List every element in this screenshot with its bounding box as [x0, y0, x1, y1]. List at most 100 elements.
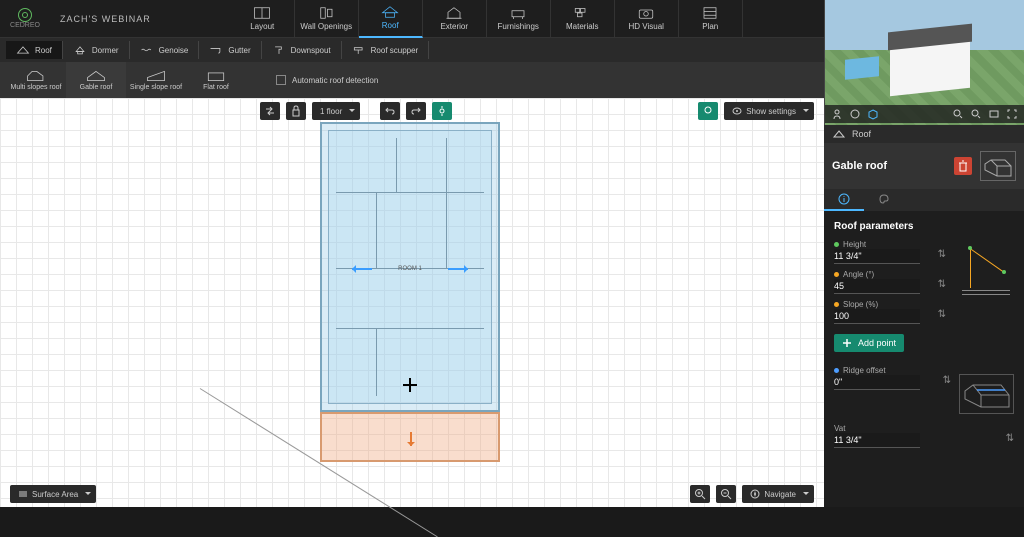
plan-icon — [701, 6, 719, 20]
zoom-out-preview-icon[interactable] — [970, 108, 982, 120]
roof-icon — [381, 5, 399, 19]
gutter-icon — [209, 44, 223, 56]
zoom-in-icon — [694, 488, 706, 500]
move-gizmo-icon[interactable] — [403, 378, 417, 392]
delete-button[interactable] — [954, 157, 972, 175]
navigate-button[interactable]: Navigate — [742, 485, 814, 503]
floor-plan[interactable]: ROOM 1 — [320, 122, 500, 412]
panel-tabs — [824, 189, 1024, 211]
preview-toolbar — [825, 105, 1024, 123]
nav-furnishings[interactable]: Furnishings — [487, 0, 551, 38]
nav-layout[interactable]: Layout — [231, 0, 295, 38]
view-button[interactable] — [698, 102, 718, 120]
tool-flat[interactable]: Flat roof — [186, 62, 246, 98]
info-icon — [838, 193, 850, 205]
nav-plan[interactable]: Plan — [679, 0, 743, 38]
tab-info[interactable] — [824, 189, 864, 211]
camera-preview-icon[interactable] — [988, 108, 1000, 120]
list-icon — [18, 490, 28, 498]
singleslope-icon — [146, 69, 166, 83]
vat-input[interactable]: 11 3/4" — [834, 433, 920, 448]
nav-wall-openings[interactable]: Wall Openings — [295, 0, 359, 38]
expand-preview-icon[interactable] — [1006, 108, 1018, 120]
tool-multislope[interactable]: Multi slopes roof — [6, 62, 66, 98]
angle-input[interactable]: 45 — [834, 279, 920, 294]
tab-style[interactable] — [864, 189, 904, 211]
subnav-downspout[interactable]: Downspout — [262, 41, 342, 59]
subnav-genoise[interactable]: Genoise — [130, 41, 200, 59]
nav-exterior[interactable]: Exterior — [423, 0, 487, 38]
surface-area-button[interactable]: Surface Area — [10, 485, 96, 503]
dot-blue-icon — [834, 368, 839, 373]
right-panel: Roof Gable roof Roof parameters — [824, 98, 1024, 507]
room-label: ROOM 1 — [398, 266, 422, 272]
scupper-icon — [352, 44, 366, 56]
nav-roof[interactable]: Roof — [359, 0, 423, 38]
dormer-icon — [73, 44, 87, 56]
show-settings-select[interactable]: Show settings — [724, 102, 814, 120]
undo-icon — [384, 106, 396, 116]
zoom-in-preview-icon[interactable] — [952, 108, 964, 120]
canvas-bottom-left: Surface Area — [10, 485, 96, 503]
palette-icon — [878, 193, 890, 205]
arrow-down-icon[interactable] — [410, 432, 412, 446]
zoom-out-button[interactable] — [716, 485, 736, 503]
subnav-scupper[interactable]: Roof scupper — [342, 41, 430, 59]
top-nav: Layout Wall Openings Roof Exterior Furni… — [231, 0, 743, 38]
canvas[interactable]: ROOM 1 1 floor — [0, 98, 824, 507]
compass-icon — [750, 489, 760, 499]
swap-button[interactable] — [260, 102, 280, 120]
subnav-roof[interactable]: Roof — [6, 41, 63, 59]
subnav-gutter[interactable]: Gutter — [199, 41, 261, 59]
swap-icon — [264, 105, 276, 117]
slope-input[interactable]: 100 — [834, 309, 920, 324]
redo-icon — [410, 106, 422, 116]
redo-button[interactable] — [406, 102, 426, 120]
preview-3d[interactable] — [824, 0, 1024, 125]
person-icon[interactable] — [831, 108, 843, 120]
roof-extension[interactable] — [320, 412, 500, 462]
roof-crumb-icon — [832, 129, 846, 139]
subnav-dormer[interactable]: Dormer — [63, 41, 130, 59]
ridge-input[interactable]: 0" — [834, 375, 920, 390]
flat-icon — [206, 69, 226, 83]
orbit-icon[interactable] — [849, 108, 861, 120]
gable-icon — [86, 69, 106, 83]
nav-materials[interactable]: Materials — [551, 0, 615, 38]
iso-preview-large — [980, 151, 1016, 181]
checkbox-icon[interactable] — [276, 75, 286, 85]
plus-icon — [842, 338, 852, 348]
multislope-icon — [26, 69, 46, 83]
param-height: Height 11 3/4" — [834, 240, 946, 264]
lightbulb-icon — [702, 106, 714, 116]
panel-breadcrumb: Roof — [824, 125, 1024, 143]
undo-button[interactable] — [380, 102, 400, 120]
section-title: Roof parameters — [834, 221, 1014, 232]
arrow-left-icon[interactable] — [352, 268, 372, 270]
magic-button[interactable] — [432, 102, 452, 120]
auto-detect-row[interactable]: Automatic roof detection — [276, 75, 378, 85]
arrow-right-icon[interactable] — [448, 268, 468, 270]
canvas-top-tools: 1 floor — [260, 102, 452, 120]
dot-orange2-icon — [834, 302, 839, 307]
eye-icon — [732, 107, 742, 115]
add-point-button[interactable]: Add point — [834, 334, 904, 352]
tool-single-slope[interactable]: Single slope roof — [126, 62, 186, 98]
nav-hd-visual[interactable]: HD Visual — [615, 0, 679, 38]
tool-gable[interactable]: Gable roof — [66, 62, 126, 98]
genoise-icon — [140, 44, 154, 56]
gable-iso-icon — [983, 154, 1013, 178]
layout-icon — [253, 6, 271, 20]
door-icon — [317, 6, 335, 20]
lock-button[interactable] — [286, 102, 306, 120]
sparkle-icon — [436, 105, 448, 117]
project-title: ZACH'S WEBINAR — [60, 14, 151, 24]
zoom-in-button[interactable] — [690, 485, 710, 503]
slope-diagram — [954, 240, 1014, 330]
camera-icon — [637, 6, 655, 20]
cube-icon[interactable] — [867, 108, 879, 120]
param-ridge: Ridge offset 0" — [834, 366, 951, 390]
floor-select[interactable]: 1 floor — [312, 102, 360, 120]
height-input[interactable]: 11 3/4" — [834, 249, 920, 264]
param-slope: Slope (%) 100 — [834, 300, 946, 324]
